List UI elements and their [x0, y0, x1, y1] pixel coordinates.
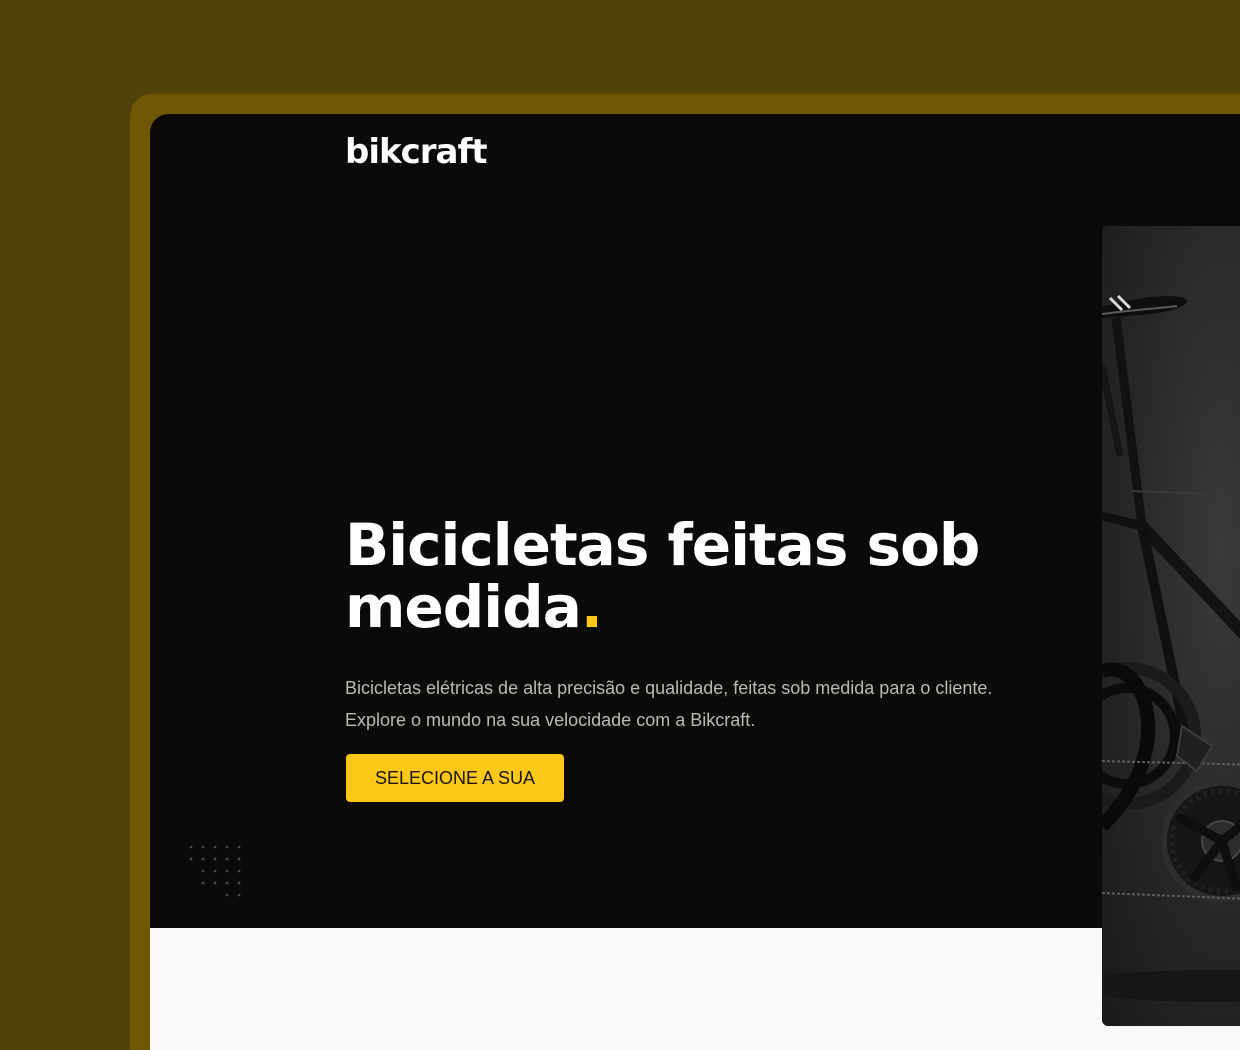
brand-logo[interactable]: bikcraft [345, 132, 488, 173]
select-bike-button[interactable]: SELECIONE A SUA [346, 754, 564, 802]
bicycle-photo-icon [1102, 294, 1240, 1002]
hero-section: bikcraft Bicicletas feitas sob medida. B… [150, 114, 1240, 928]
hero-headline: Bicicletas feitas sob medida. [345, 514, 1065, 638]
dot-grid-pattern-icon [189, 845, 241, 897]
hero-headline-text: Bicicletas feitas sob medida [345, 511, 980, 641]
browser-viewport: bikcraft Bicicletas feitas sob medida. B… [150, 114, 1240, 1050]
hero-description: Bicicletas elétricas de alta precisão e … [345, 672, 1065, 736]
description-line-1: Bicicletas elétricas de alta precisão e … [345, 678, 993, 698]
description-line-2: Explore o mundo na sua velocidade com a … [345, 710, 756, 730]
bicycle-product-image [1102, 226, 1240, 1026]
headline-accent-dot: . [580, 573, 603, 641]
